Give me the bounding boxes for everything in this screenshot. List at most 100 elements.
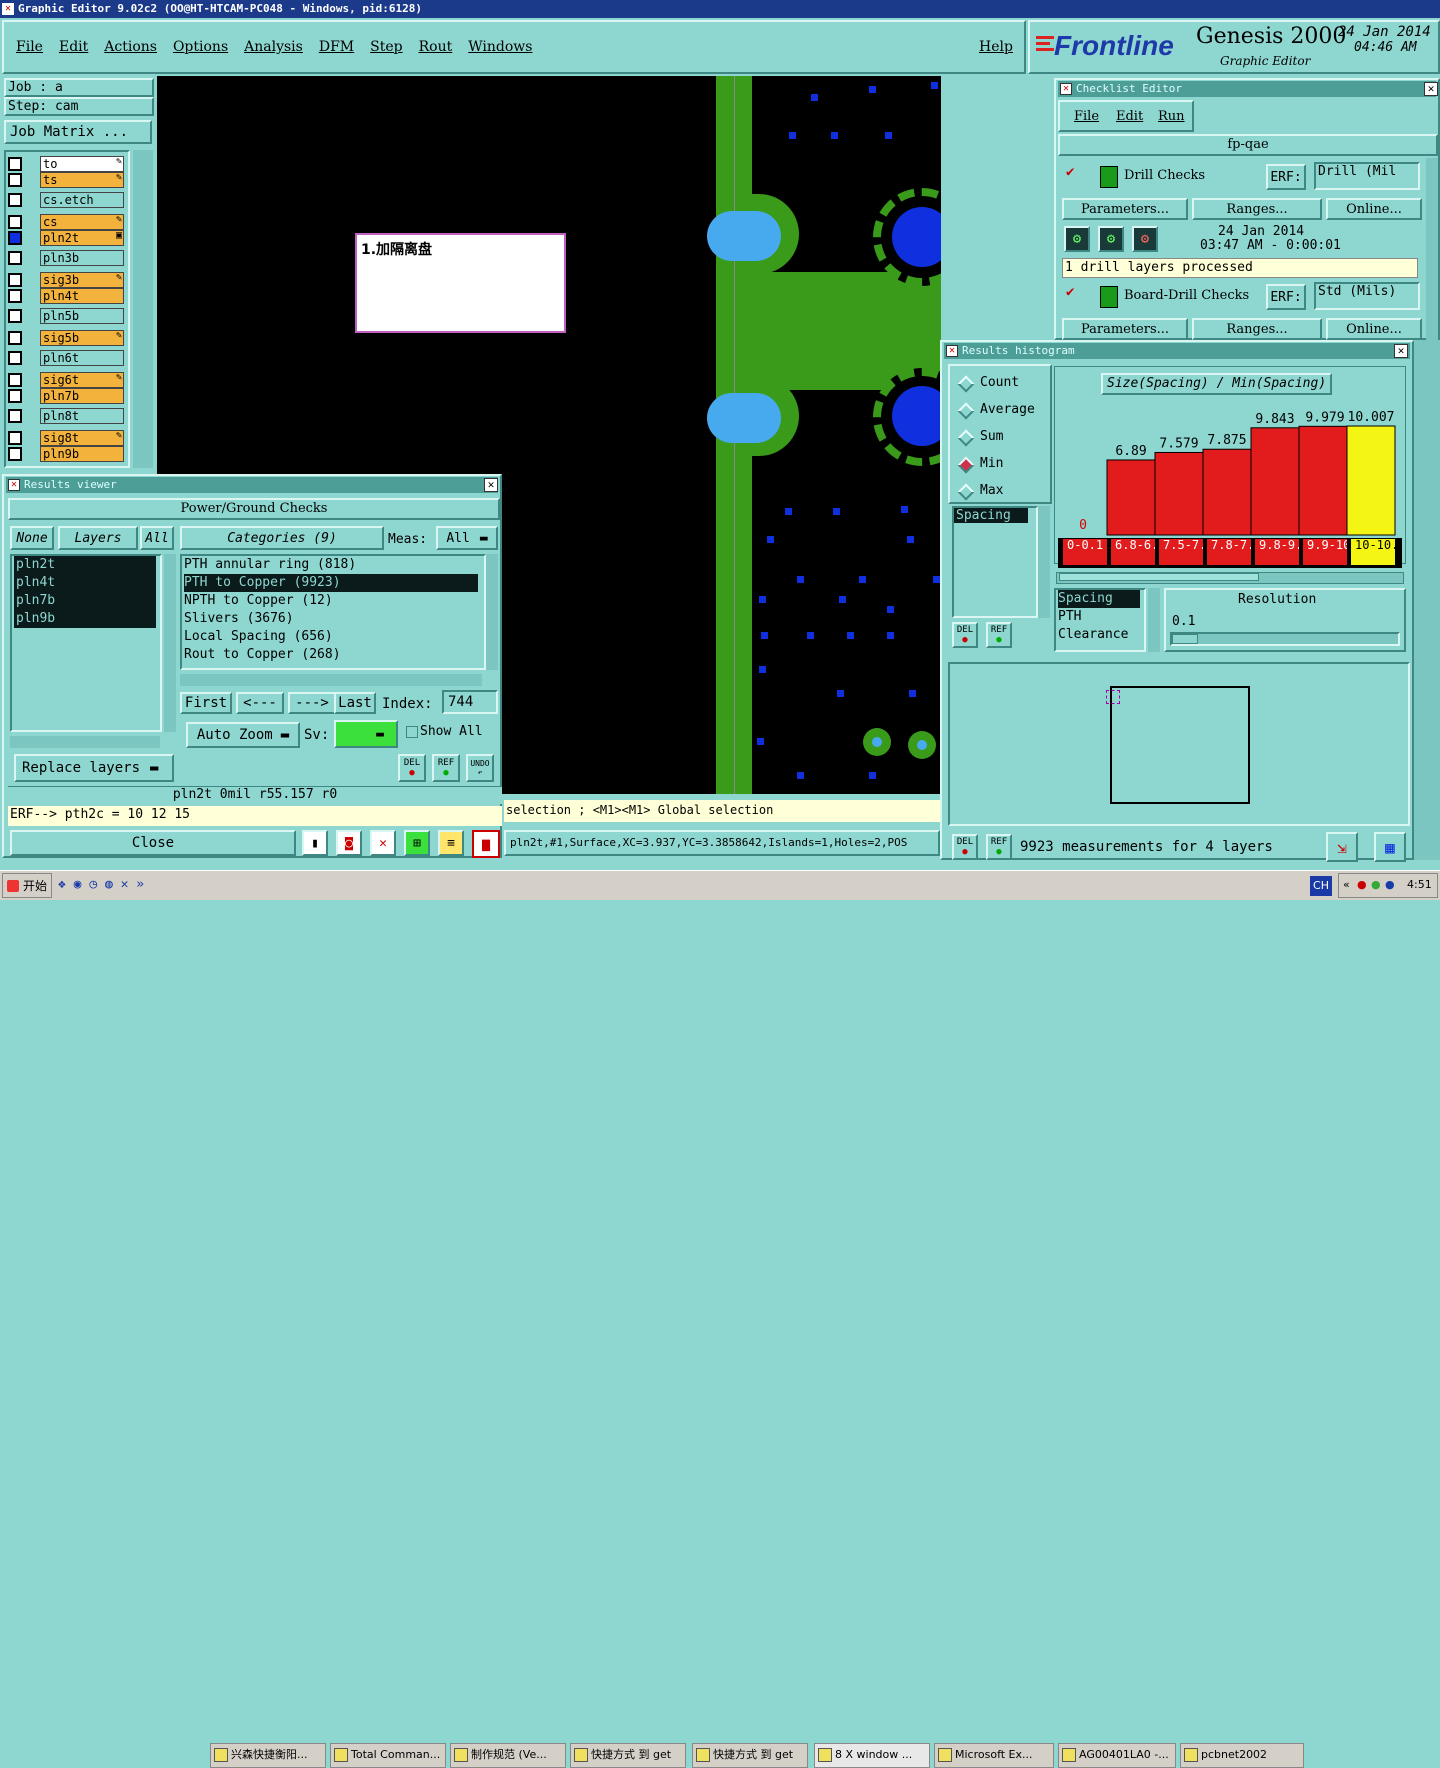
layer-row-ts[interactable]: ts ✎ <box>8 172 124 188</box>
layer-checkbox[interactable] <box>8 193 22 207</box>
layer-checkbox[interactable] <box>8 251 22 265</box>
layer-name[interactable]: sig3b <box>40 272 124 288</box>
lower-list-item-spacing[interactable]: Spacing <box>1058 590 1140 608</box>
categories-button[interactable]: Categories (9) <box>180 526 384 550</box>
help-menu[interactable]: Help <box>979 39 1013 55</box>
category-item[interactable]: PTH annular ring (818) <box>184 556 484 574</box>
chart-hscrollbar[interactable] <box>1056 572 1404 584</box>
histogram-bar[interactable] <box>1298 425 1348 536</box>
tool-icon-histogram[interactable]: ▆ <box>472 830 500 858</box>
tool-icon-2[interactable]: ◙ <box>336 830 362 856</box>
menu-step[interactable]: Step <box>370 39 402 55</box>
bin-label[interactable]: 0-0.1 <box>1062 538 1108 566</box>
layer-row-cs[interactable]: cs ✎ <box>8 214 124 230</box>
histogram-export-icon[interactable]: ⇲ <box>1326 832 1358 862</box>
histogram-bar[interactable] <box>1202 448 1252 536</box>
layer-name[interactable]: pln5b <box>40 308 124 324</box>
results-del-button[interactable]: DEL ● <box>398 754 426 782</box>
prev-button[interactable]: <--- <box>236 692 284 714</box>
layer-checkbox[interactable] <box>8 173 22 187</box>
mode-option-min[interactable]: Min <box>957 455 1048 475</box>
layer-row-to[interactable]: to ✎ <box>8 156 124 172</box>
auto-zoom-select[interactable]: Auto Zoom ▬ <box>186 722 300 748</box>
results-layer-hscrollbar[interactable] <box>10 736 160 748</box>
tool-icon-3[interactable]: ✕ <box>370 830 396 856</box>
measure-list-item[interactable]: Spacing <box>954 508 1028 523</box>
layer-row-pln4t[interactable]: pln4t <box>8 288 124 304</box>
quick-launch-icon-2[interactable]: ◉ <box>74 877 82 892</box>
board-drill-checkbox[interactable]: ✔ <box>1066 285 1080 300</box>
taskbar-item[interactable]: pcbnet2002 <box>1180 1743 1304 1768</box>
results-layer-item[interactable]: pln4t <box>14 574 156 592</box>
taskbar-item[interactable]: 兴森快捷衡阳... <box>210 1743 326 1768</box>
layer-checkbox[interactable] <box>8 331 22 345</box>
tool-icon-1[interactable]: ▮ <box>302 830 328 856</box>
layer-checkbox[interactable] <box>8 157 22 171</box>
layer-row-pln2t[interactable]: pln2t ▣ <box>8 230 124 246</box>
tool-icon-4[interactable]: ⊞ <box>404 830 430 856</box>
layer-name[interactable]: ts <box>40 172 124 188</box>
mode-option-average[interactable]: Average <box>957 401 1048 421</box>
layer-name[interactable]: pln2t <box>40 230 124 246</box>
histogram-bottom-del-button[interactable]: DEL ● <box>952 834 978 860</box>
taskbar-item[interactable]: 快捷方式 到 get <box>570 1743 686 1768</box>
layer-name[interactable]: pln6t <box>40 350 124 366</box>
mode-option-sum[interactable]: Sum <box>957 428 1048 448</box>
layer-name[interactable]: pln4t <box>40 288 124 304</box>
histogram-ref-button[interactable]: REF ● <box>986 622 1012 648</box>
layer-checkbox[interactable] <box>8 289 22 303</box>
results-layer-item[interactable]: pln9b <box>14 610 156 628</box>
show-all-checkbox[interactable] <box>406 726 418 738</box>
layer-list-scrollbar[interactable] <box>133 150 153 468</box>
taskbar-item[interactable]: Total Comman... <box>330 1743 446 1768</box>
quick-launch-icon-3[interactable]: ◷ <box>89 877 97 892</box>
layer-row-cs.etch[interactable]: cs.etch <box>8 192 124 208</box>
category-item[interactable]: NPTH to Copper (12) <box>184 592 484 610</box>
layer-row-pln9b[interactable]: pln9b <box>8 446 124 462</box>
taskbar-item[interactable]: Microsoft Ex... <box>934 1743 1054 1768</box>
job-matrix-button[interactable]: Job Matrix ... <box>4 120 152 144</box>
menu-actions[interactable]: Actions <box>104 39 157 55</box>
category-item[interactable]: Local Spacing (656) <box>184 628 484 646</box>
layer-row-sig8t[interactable]: sig8t ✎ <box>8 430 124 446</box>
histogram-bottom-ref-button[interactable]: REF ● <box>986 834 1012 860</box>
drill-checks-checkbox[interactable]: ✔ <box>1066 165 1080 180</box>
layer-name[interactable]: cs <box>40 214 124 230</box>
results-close-button[interactable]: Close <box>10 830 296 856</box>
drill-checks-label[interactable]: Drill Checks <box>1124 168 1205 183</box>
meas-select[interactable]: All ▬ <box>436 526 498 550</box>
quick-launch-icon-5[interactable]: ✕ <box>121 877 129 892</box>
histogram-bar[interactable] <box>1106 459 1156 536</box>
category-hscrollbar[interactable] <box>180 674 482 686</box>
histogram-graph-icon[interactable]: ▦ <box>1374 832 1406 862</box>
board-drill-online-button[interactable]: Online... <box>1326 318 1422 340</box>
none-button[interactable]: None <box>10 526 54 550</box>
layer-checkbox[interactable] <box>8 215 22 229</box>
category-scrollbar[interactable] <box>486 554 498 670</box>
bin-label[interactable]: 10-10.1 <box>1350 538 1396 566</box>
checklist-menu-file[interactable]: File <box>1074 109 1099 124</box>
tray-icon-3[interactable]: ● <box>1385 874 1395 896</box>
last-button[interactable]: Last <box>334 692 376 714</box>
layer-name[interactable]: sig6t <box>40 372 124 388</box>
layer-name[interactable]: sig5b <box>40 330 124 346</box>
board-drill-erf-value[interactable]: Std (Mils) <box>1314 282 1420 310</box>
measure-list-scrollbar[interactable] <box>1038 506 1050 618</box>
tray-expand-icon[interactable]: « <box>1343 874 1350 896</box>
menu-file[interactable]: File <box>16 39 43 55</box>
layer-name[interactable]: pln8t <box>40 408 124 424</box>
layer-checkbox[interactable] <box>8 431 22 445</box>
layer-checkbox[interactable] <box>8 231 22 245</box>
layer-row-sig5b[interactable]: sig5b ✎ <box>8 330 124 346</box>
run-icon[interactable]: ⚙ <box>1064 226 1090 252</box>
layer-row-pln5b[interactable]: pln5b <box>8 308 124 324</box>
run-stop-icon[interactable]: ⚙ <box>1132 226 1158 252</box>
drill-parameters-button[interactable]: Parameters... <box>1062 198 1188 220</box>
tray-clock[interactable]: 4:51 <box>1407 874 1432 896</box>
category-item[interactable]: Slivers (3676) <box>184 610 484 628</box>
language-indicator[interactable]: CH <box>1310 876 1332 896</box>
layer-row-pln3b[interactable]: pln3b <box>8 250 124 266</box>
category-item[interactable]: PTH to Copper (9923) <box>184 574 478 592</box>
board-drill-ranges-button[interactable]: Ranges... <box>1192 318 1322 340</box>
results-viewer-close-icon[interactable]: ✕ <box>484 478 498 492</box>
